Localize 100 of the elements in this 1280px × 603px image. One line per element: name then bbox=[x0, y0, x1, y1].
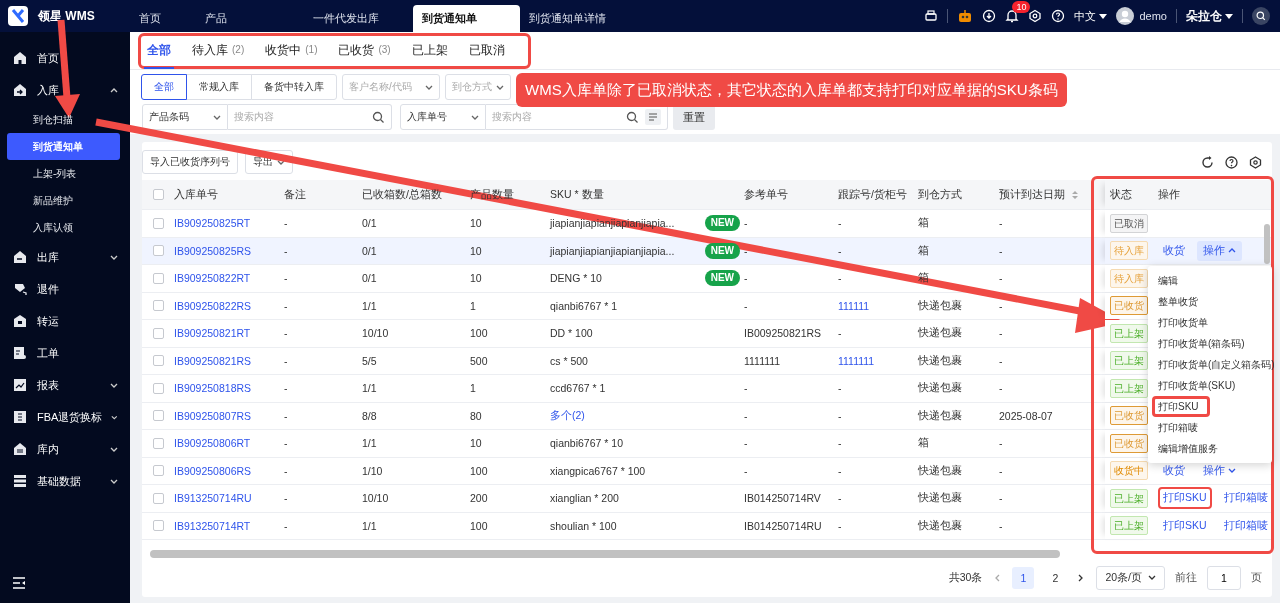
type-option[interactable]: 全部 bbox=[141, 74, 187, 100]
checkbox[interactable] bbox=[152, 327, 164, 339]
menu-item[interactable]: 打印收货单(SKU) bbox=[1148, 375, 1272, 396]
sidebar-subitem[interactable]: 上架-列表 bbox=[7, 160, 120, 187]
actions-menu[interactable]: 操作 bbox=[1197, 460, 1242, 481]
order-link[interactable]: IB909250807RS bbox=[174, 409, 252, 422]
checkbox[interactable] bbox=[152, 300, 164, 312]
menu-item[interactable]: 打印收货单 bbox=[1148, 312, 1272, 333]
sidebar-subitem[interactable]: 到货通知单 bbox=[7, 133, 120, 160]
search-icon[interactable] bbox=[1252, 7, 1270, 25]
order-link[interactable]: IB913250714RU bbox=[174, 492, 252, 505]
tracking-link[interactable]: 1111111 bbox=[838, 354, 875, 367]
status-tab[interactable]: 已收货 (3) bbox=[335, 33, 394, 69]
checkbox[interactable] bbox=[152, 272, 164, 284]
checkbox[interactable] bbox=[152, 520, 164, 532]
action-link[interactable]: 收货 bbox=[1158, 459, 1190, 482]
menu-item[interactable]: 打印箱唛 bbox=[1148, 417, 1272, 438]
import-button[interactable]: 导入已收货序列号 bbox=[142, 150, 238, 174]
sidebar-subitem[interactable]: 到仓扫描 bbox=[7, 106, 120, 133]
order-link[interactable]: IB909250821RS bbox=[174, 354, 252, 367]
refresh-icon[interactable] bbox=[1201, 155, 1214, 169]
sidebar-subitem[interactable]: 入库认领 bbox=[7, 214, 120, 241]
bell-icon[interactable] bbox=[1005, 9, 1020, 23]
user-name[interactable]: demo bbox=[1139, 10, 1167, 22]
type-option[interactable]: 备货中转入库 bbox=[251, 74, 337, 100]
page-tab[interactable]: 首页 bbox=[130, 5, 196, 32]
checkbox[interactable] bbox=[152, 382, 164, 394]
settings-icon[interactable] bbox=[1249, 155, 1262, 169]
column-header: SKU * 数量 bbox=[550, 187, 604, 202]
page-tab[interactable]: 到货通知单 bbox=[413, 5, 520, 32]
sidebar-item[interactable]: 基础数据 bbox=[0, 465, 130, 497]
help-icon[interactable] bbox=[1225, 155, 1238, 169]
printer-icon[interactable] bbox=[924, 9, 939, 23]
checkbox[interactable] bbox=[152, 492, 164, 504]
sidebar-item[interactable]: 工单 bbox=[0, 337, 130, 369]
avatar-icon[interactable] bbox=[1116, 7, 1135, 25]
table-cell: - bbox=[744, 272, 748, 285]
menu-item[interactable]: 整单收货 bbox=[1148, 291, 1272, 312]
page-tab[interactable]: 到货通知单详情 bbox=[520, 5, 630, 32]
action-link[interactable]: 打印箱唛 bbox=[1218, 514, 1272, 537]
checkbox[interactable] bbox=[152, 217, 164, 229]
sidebar-item[interactable]: 退件 bbox=[0, 273, 130, 305]
status-tab[interactable]: 已取消 bbox=[465, 33, 508, 69]
menu-item[interactable]: 编辑增值服务 bbox=[1148, 438, 1272, 459]
status-tab[interactable]: 待入库 (2) bbox=[189, 33, 248, 69]
list-icon[interactable] bbox=[645, 109, 661, 125]
field-select[interactable]: 产品条码 bbox=[142, 104, 228, 130]
download-icon[interactable] bbox=[982, 9, 997, 23]
sidebar-item[interactable]: 首页 bbox=[0, 42, 130, 74]
sidebar-item[interactable]: 出库 bbox=[0, 241, 130, 273]
checkbox[interactable] bbox=[152, 189, 164, 200]
status-tab[interactable]: 收货中 (1) bbox=[262, 33, 321, 69]
order-link[interactable]: IB913250714RT bbox=[174, 519, 251, 532]
checkbox[interactable] bbox=[152, 465, 164, 477]
action-link[interactable]: 收货 bbox=[1158, 239, 1190, 262]
order-link[interactable]: IB909250822RT bbox=[174, 272, 251, 285]
order-link[interactable]: IB909250822RS bbox=[174, 299, 252, 312]
menu-item[interactable]: 编辑 bbox=[1148, 270, 1272, 291]
sidebar-item[interactable]: 报表 bbox=[0, 369, 130, 401]
field-select[interactable]: 入库单号 bbox=[400, 104, 486, 130]
actions-menu[interactable]: 操作 bbox=[1197, 240, 1242, 261]
checkbox[interactable] bbox=[152, 410, 164, 422]
warehouse-select[interactable]: 朵拉仓 bbox=[1186, 7, 1233, 25]
action-link[interactable]: 打印箱唛 bbox=[1218, 487, 1272, 510]
tracking-link[interactable]: 111111 bbox=[838, 299, 870, 312]
menu-item[interactable]: 打印收货单(自定义箱条码) bbox=[1148, 354, 1272, 375]
scrollbar[interactable] bbox=[150, 550, 1060, 558]
robot-icon[interactable] bbox=[957, 8, 974, 24]
checkbox[interactable] bbox=[152, 355, 164, 367]
page-size-select[interactable]: 20条/页 bbox=[1096, 565, 1165, 590]
order-link[interactable]: IB909250825RT bbox=[174, 217, 251, 230]
type-option[interactable]: 常规入库 bbox=[186, 74, 252, 100]
caret-icon bbox=[277, 158, 285, 166]
language-select[interactable]: 中文 bbox=[1074, 8, 1108, 24]
action-link[interactable]: 打印SKU bbox=[1158, 487, 1212, 510]
page-number[interactable]: 2 bbox=[1044, 566, 1067, 589]
collapse-menu-icon[interactable] bbox=[12, 577, 26, 589]
page-tab[interactable]: 产品 bbox=[196, 5, 304, 32]
order-link[interactable]: IB909250818RS bbox=[174, 382, 252, 395]
order-link[interactable]: IB909250825RS bbox=[174, 244, 252, 257]
scrollbar[interactable] bbox=[1264, 224, 1270, 264]
sidebar-subitem[interactable]: 新品维护 bbox=[7, 187, 120, 214]
caret-icon[interactable] bbox=[1099, 12, 1108, 20]
sidebar-item[interactable]: FBA退货换标 bbox=[0, 401, 130, 433]
sidebar-item[interactable]: 转运 bbox=[0, 305, 130, 337]
sku-link[interactable]: 多个(2) bbox=[550, 408, 740, 423]
order-link[interactable]: IB909250806RT bbox=[174, 437, 251, 450]
menu-item[interactable]: 打印收货单(箱条码) bbox=[1148, 333, 1272, 354]
page-tab[interactable]: 一件代发出库 bbox=[304, 5, 413, 32]
checkbox[interactable] bbox=[152, 245, 164, 257]
page-number[interactable]: 1 bbox=[1012, 566, 1035, 589]
sidebar-item[interactable]: 库内 bbox=[0, 433, 130, 465]
order-link[interactable]: IB909250821RT bbox=[174, 327, 251, 340]
menu-item[interactable]: 打印SKU bbox=[1152, 396, 1210, 417]
action-link[interactable]: 打印SKU bbox=[1158, 514, 1212, 537]
status-tab[interactable]: 已上架 bbox=[408, 33, 451, 69]
page-input[interactable]: 1 bbox=[1207, 565, 1241, 590]
caret-icon[interactable] bbox=[1225, 12, 1233, 20]
checkbox[interactable] bbox=[152, 437, 164, 449]
order-link[interactable]: IB909250806RS bbox=[174, 464, 252, 477]
